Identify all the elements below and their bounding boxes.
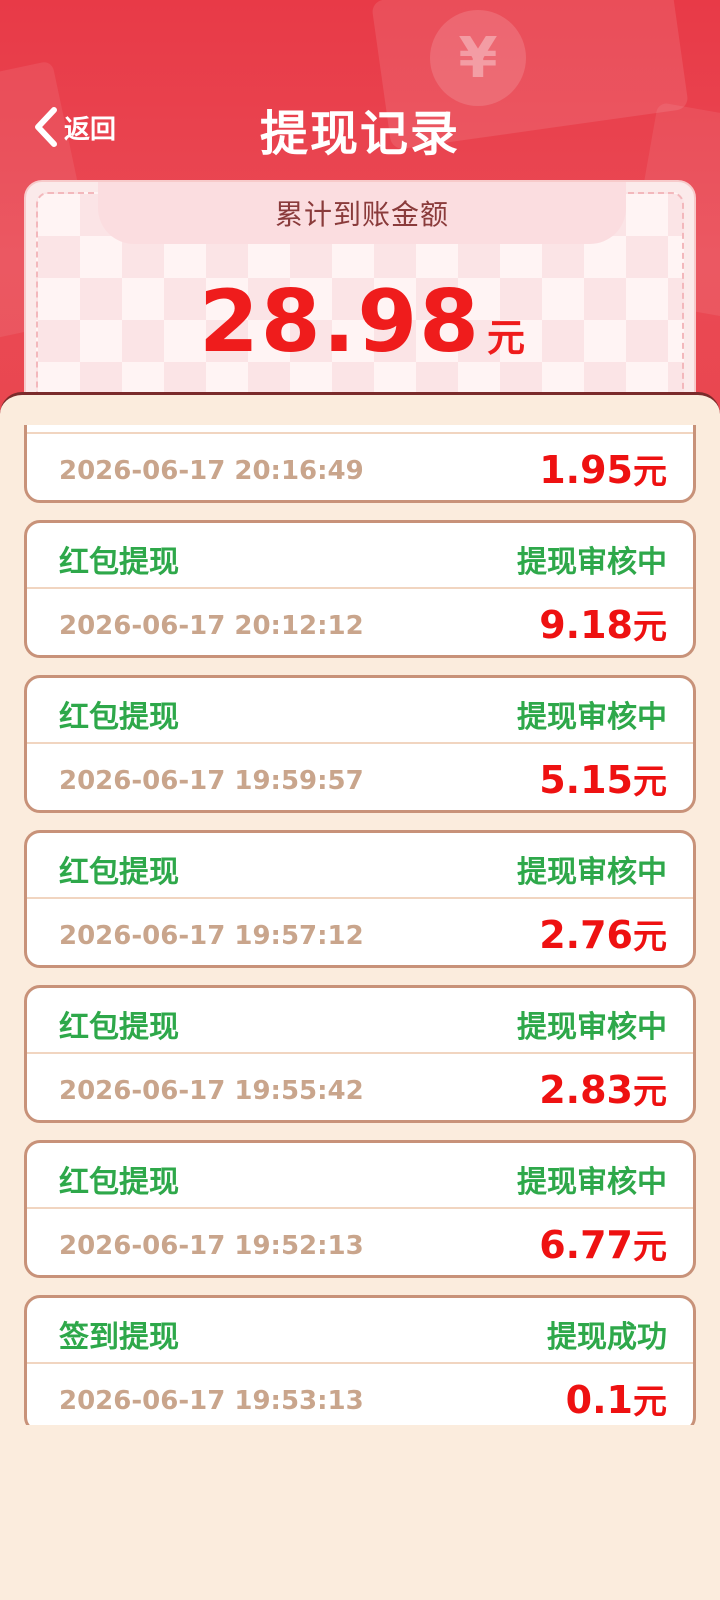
record-header: 红包提现 提现审核中 bbox=[27, 678, 693, 744]
page-title: 提现记录 bbox=[259, 106, 460, 162]
list-item: 红包提现 提现审核中 2026-06-17 19:59:57 5.15元 bbox=[24, 675, 696, 813]
record-amount-value: 6.77 bbox=[539, 1223, 633, 1267]
record-amount-unit: 元 bbox=[633, 1227, 667, 1267]
record-time: 2026-06-17 19:57:12 bbox=[59, 921, 364, 951]
record-amount: 2.76元 bbox=[539, 909, 667, 958]
total-summary-card: 累计到账金额 28.98 元 bbox=[24, 180, 696, 420]
record-header: 红包提现 提现审核中 bbox=[27, 523, 693, 589]
record-amount-value: 2.83 bbox=[539, 1068, 633, 1112]
record-amount-value: 2.76 bbox=[539, 913, 633, 957]
record-type: 红包提现 bbox=[59, 855, 179, 890]
summary-label: 累计到账金额 bbox=[98, 182, 626, 244]
record-time: 2026-06-17 20:16:49 bbox=[59, 456, 364, 486]
record-amount: 1.95元 bbox=[539, 444, 667, 493]
record-type: 红包提现 bbox=[59, 1010, 179, 1045]
record-amount-unit: 元 bbox=[633, 452, 667, 492]
record-status: 提现审核中 bbox=[517, 1010, 667, 1045]
record-time: 2026-06-17 19:52:13 bbox=[59, 1231, 364, 1261]
list-item: 2026-06-17 20:16:49 1.95元 bbox=[24, 425, 696, 503]
list-item: 签到提现 提现成功 2026-06-17 19:53:13 0.1元 bbox=[24, 1295, 696, 1425]
record-type: 红包提现 bbox=[59, 545, 179, 580]
record-amount-unit: 元 bbox=[633, 607, 667, 647]
record-header: 红包提现 提现审核中 bbox=[27, 988, 693, 1054]
record-amount: 2.83元 bbox=[539, 1064, 667, 1113]
record-type: 红包提现 bbox=[59, 1165, 179, 1200]
record-amount-unit: 元 bbox=[633, 917, 667, 957]
record-header: 红包提现 提现审核中 bbox=[27, 833, 693, 899]
record-header bbox=[27, 425, 693, 434]
record-status: 提现审核中 bbox=[517, 545, 667, 580]
record-time: 2026-06-17 19:59:57 bbox=[59, 766, 364, 796]
records-list[interactable]: 2026-06-17 20:16:49 1.95元 红包提现 提现审核中 202… bbox=[0, 425, 720, 1425]
list-item: 红包提现 提现审核中 2026-06-17 20:12:12 9.18元 bbox=[24, 520, 696, 658]
record-type: 签到提现 bbox=[59, 1320, 179, 1355]
list-item: 红包提现 提现审核中 2026-06-17 19:57:12 2.76元 bbox=[24, 830, 696, 968]
record-status: 提现审核中 bbox=[517, 700, 667, 735]
record-amount-value: 0.1 bbox=[565, 1378, 633, 1422]
record-time: 2026-06-17 19:55:42 bbox=[59, 1076, 364, 1106]
record-header: 红包提现 提现审核中 bbox=[27, 1143, 693, 1209]
record-amount: 6.77元 bbox=[539, 1219, 667, 1268]
record-time: 2026-06-17 20:12:12 bbox=[59, 611, 364, 641]
record-amount-value: 5.15 bbox=[539, 758, 633, 802]
record-amount-value: 1.95 bbox=[539, 448, 633, 492]
records-panel[interactable]: 2026-06-17 20:16:49 1.95元 红包提现 提现审核中 202… bbox=[0, 392, 720, 1600]
record-status: 提现审核中 bbox=[517, 1165, 667, 1200]
record-status: 提现审核中 bbox=[517, 855, 667, 890]
record-amount-unit: 元 bbox=[633, 762, 667, 802]
record-amount-unit: 元 bbox=[633, 1382, 667, 1422]
record-amount: 9.18元 bbox=[539, 599, 667, 648]
total-amount-value: 28.98 bbox=[198, 272, 481, 372]
record-status: 提现成功 bbox=[547, 1320, 667, 1355]
list-item: 红包提现 提现审核中 2026-06-17 19:55:42 2.83元 bbox=[24, 985, 696, 1123]
record-type: 红包提现 bbox=[59, 700, 179, 735]
record-amount-value: 9.18 bbox=[539, 603, 633, 647]
record-time: 2026-06-17 19:53:13 bbox=[59, 1386, 364, 1416]
record-amount: 0.1元 bbox=[566, 1374, 667, 1423]
total-amount: 28.98 元 bbox=[26, 272, 694, 372]
record-amount: 5.15元 bbox=[539, 754, 667, 803]
record-amount-unit: 元 bbox=[633, 1072, 667, 1112]
nav-bar: 返回 提现记录 bbox=[0, 88, 720, 164]
total-amount-unit: 元 bbox=[487, 316, 526, 360]
list-item: 红包提现 提现审核中 2026-06-17 19:52:13 6.77元 bbox=[24, 1140, 696, 1278]
record-header: 签到提现 提现成功 bbox=[27, 1298, 693, 1364]
